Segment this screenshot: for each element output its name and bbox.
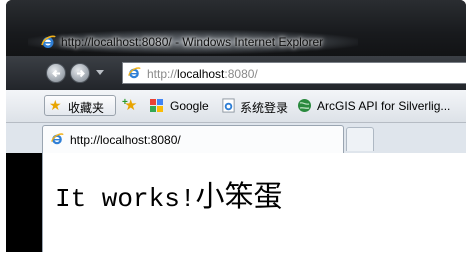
favorites-button[interactable]: ★ 收藏夹 [44, 95, 116, 116]
ie-page-icon [222, 98, 235, 113]
browser-window: http://localhost:8080/ - Windows Interne… [6, 0, 466, 252]
address-url[interactable]: http://localhost:8080/ [147, 67, 258, 81]
favorite-item-system-login[interactable]: 系统登录 [240, 99, 288, 116]
page-heading: It works!小笨蛋 [55, 173, 282, 215]
title-bar: http://localhost:8080/ - Windows Interne… [6, 0, 466, 56]
favorites-star-icon: ★ [49, 97, 62, 113]
heading-latin: It works! [55, 184, 196, 214]
favorites-bar: ★ 收藏夹 ★ + Google 系统登录 ArcGIS API for Silv… [6, 90, 466, 123]
ie-page-icon [128, 67, 141, 79]
address-bar[interactable]: http://localhost:8080/ [122, 62, 466, 84]
tab-bar: http://localhost:8080/ [6, 123, 466, 153]
favorites-label: 收藏夹 [68, 101, 105, 115]
plus-icon: + [122, 97, 128, 108]
forward-button[interactable] [70, 63, 90, 83]
tab-localhost[interactable]: http://localhost:8080/ [42, 125, 344, 153]
favorite-item-google[interactable]: Google [170, 99, 209, 113]
favorite-item-arcgis[interactable]: ArcGIS API for Silverlig... [317, 99, 450, 113]
globe-icon [298, 99, 311, 112]
navigation-bar: http://localhost:8080/ [6, 56, 466, 90]
ie-logo-icon [41, 35, 56, 48]
ie-page-icon [51, 133, 64, 145]
page-content: It works!小笨蛋 [42, 153, 466, 252]
heading-cjk: 小笨蛋 [195, 181, 283, 213]
tab-label: http://localhost:8080/ [70, 133, 181, 147]
url-port-path: :8080/ [224, 67, 258, 81]
back-button[interactable] [46, 63, 66, 83]
google-icon [150, 99, 163, 112]
url-scheme: http:// [147, 67, 178, 81]
new-tab-button[interactable] [346, 127, 374, 151]
forward-arrow-icon [77, 69, 85, 78]
window-title: http://localhost:8080/ - Windows Interne… [61, 35, 324, 49]
add-to-favorites-bar-button[interactable]: ★ + [122, 97, 142, 115]
recent-pages-dropdown[interactable] [96, 70, 104, 75]
back-arrow-icon [52, 69, 60, 78]
url-host: localhost [177, 67, 225, 81]
